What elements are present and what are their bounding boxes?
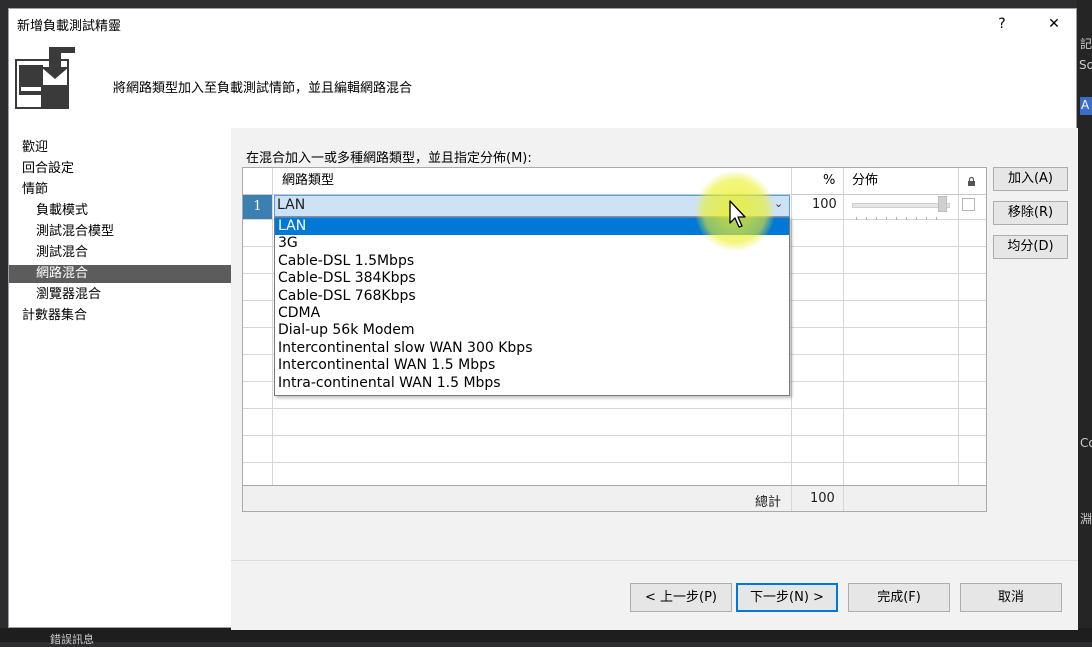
percent-cell[interactable]: 100 <box>812 197 837 212</box>
background-text: 淵 <box>1080 512 1092 526</box>
dialog-title: 新增負載測試精靈 <box>17 19 122 34</box>
total-value: 100 <box>810 491 835 506</box>
total-row: 總計 100 <box>243 485 986 511</box>
finish-button[interactable]: 完成(F) <box>848 583 950 612</box>
nav-item-welcome[interactable]: 歡迎 <box>9 139 241 157</box>
background-text: So <box>1079 58 1092 72</box>
dropdown-option[interactable]: Intercontinental WAN 1.5 Mbps <box>275 357 789 374</box>
dropdown-option[interactable]: Cable-DSL 1.5Mbps <box>275 253 789 270</box>
dropdown-option[interactable]: Intercontinental slow WAN 300 Kbps <box>275 340 789 357</box>
lock-checkbox[interactable] <box>962 198 975 211</box>
dropdown-option[interactable]: Cable-DSL 384Kbps <box>275 270 789 287</box>
chevron-down-icon[interactable]: ⌄ <box>774 197 783 210</box>
background-app-bottom <box>0 628 1092 642</box>
dropdown-option[interactable]: Intra-continental WAN 1.5 Mbps <box>275 375 789 392</box>
background-text: 錯誤訊息 <box>50 633 94 646</box>
remove-button[interactable]: 移除(R) <box>993 201 1068 225</box>
header-description: 將網路類型加入至負載測試情節，並且編輯網路混合 <box>113 81 413 96</box>
mouse-pointer-icon <box>729 200 746 228</box>
nav-item-run-settings[interactable]: 回合設定 <box>9 160 241 178</box>
column-header-percent[interactable]: % <box>823 168 835 194</box>
background-text: 記 <box>1080 37 1092 51</box>
nav-item-network-mix[interactable]: 網路混合 <box>9 265 255 283</box>
distribution-slider-thumb[interactable] <box>938 196 947 212</box>
cancel-button[interactable]: 取消 <box>960 583 1062 612</box>
distribution-slider-track[interactable] <box>852 203 950 208</box>
next-button[interactable]: 下一步(N) > <box>736 583 838 612</box>
wizard-dialog: 新增負載測試精靈 ? ✕ 將網路類型加入至負載測試情節，並且編輯網路混合 歡迎 … <box>8 8 1078 630</box>
nav-item-browser-mix[interactable]: 瀏覽器混合 <box>9 286 255 304</box>
total-label: 總計 <box>755 495 782 510</box>
add-button[interactable]: 加入(A) <box>993 167 1068 191</box>
previous-button[interactable]: < 上一步(P) <box>630 583 732 612</box>
background-text: A <box>1081 98 1090 112</box>
nav-item-test-mix[interactable]: 測試混合 <box>9 244 255 262</box>
distribute-button[interactable]: 均分(D) <box>993 235 1068 259</box>
lock-icon <box>968 176 975 186</box>
background-text: Co <box>1080 436 1092 450</box>
help-button[interactable]: ? <box>987 11 1017 37</box>
close-button[interactable]: ✕ <box>1039 11 1069 37</box>
network-type-value: LAN <box>277 197 306 213</box>
instruction-label: 在混合加入一或多種網路類型，並且指定分佈(M): <box>246 151 532 166</box>
nav-item-scenario[interactable]: 情節 <box>9 181 241 199</box>
row-number[interactable]: 1 <box>243 195 272 219</box>
dropdown-option[interactable]: Cable-DSL 768Kbps <box>275 288 789 305</box>
dropdown-option[interactable]: CDMA <box>275 305 789 322</box>
nav-item-load-pattern[interactable]: 負載模式 <box>9 202 255 220</box>
nav-item-test-mix-model[interactable]: 測試混合模型 <box>9 223 255 241</box>
nav-item-counter-sets[interactable]: 計數器集合 <box>9 307 241 325</box>
column-header-network-type[interactable]: 網路類型 <box>282 168 334 194</box>
column-header-distribution[interactable]: 分佈 <box>852 168 878 194</box>
dropdown-option[interactable]: Dial-up 56k Modem <box>275 322 789 339</box>
wizard-network-icon <box>15 47 75 109</box>
